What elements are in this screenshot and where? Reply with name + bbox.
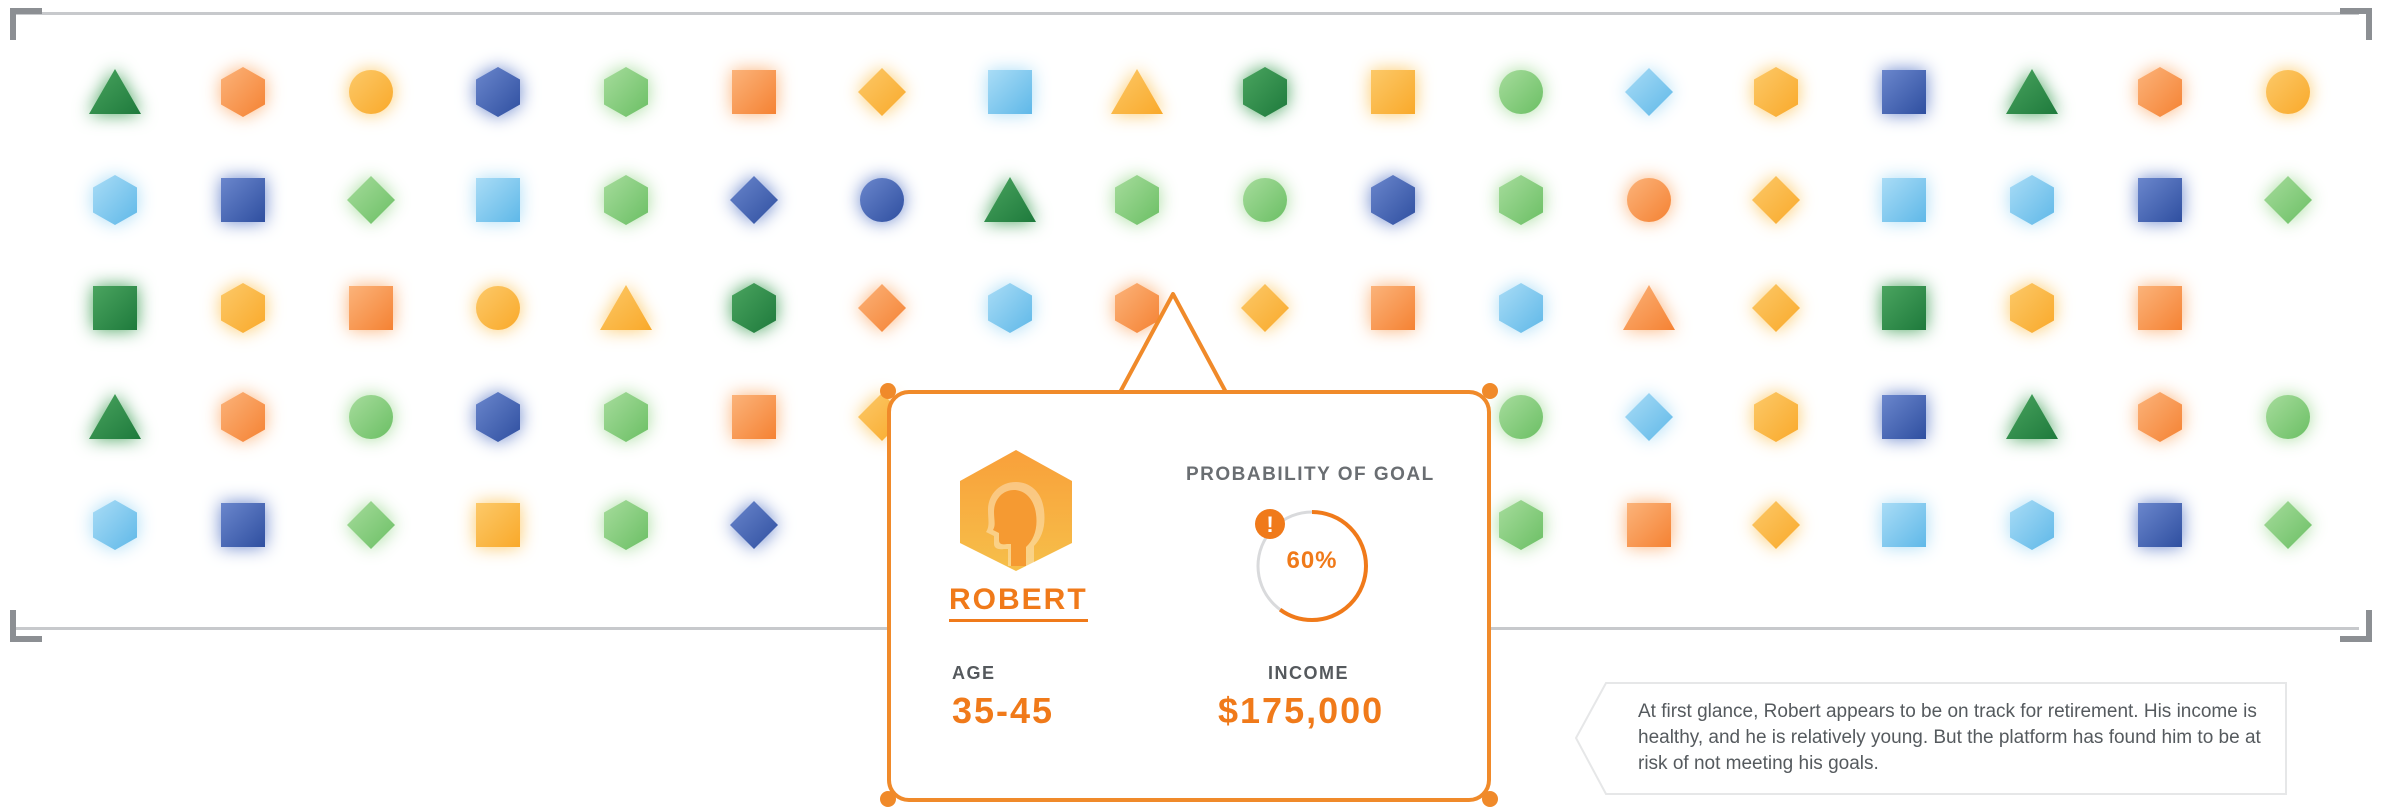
square-shape [1882, 395, 1927, 439]
square-shape [1371, 70, 1415, 114]
income-value: $175,000 [1218, 690, 1385, 731]
diamond-shape [1752, 176, 1801, 224]
circle-shape [2265, 395, 2310, 439]
hexagon-shape [604, 175, 649, 225]
square-shape [1371, 286, 1415, 330]
circle-shape [859, 178, 904, 222]
hexagon-shape [1115, 175, 1160, 225]
diamond-shape [857, 284, 906, 332]
circle-shape [1243, 178, 1288, 222]
age-label: AGE [952, 663, 996, 683]
square-shape [2137, 503, 2182, 547]
square-shape [1882, 70, 1927, 114]
hexagon-shape [1754, 392, 1799, 442]
triangle-shape [89, 394, 141, 439]
diamond-shape [730, 501, 778, 549]
triangle-shape [1622, 285, 1675, 330]
age-value: 35-45 [952, 690, 1055, 731]
card-corner-dot [880, 383, 896, 399]
hexagon-shape [1498, 500, 1543, 550]
client-name: ROBERT [949, 583, 1088, 622]
triangle-shape [983, 177, 1036, 222]
square-shape [732, 70, 776, 114]
hexagon-shape [2137, 392, 2182, 442]
hexagon-shape [1498, 175, 1543, 225]
square-shape [2137, 178, 2182, 222]
note-text: At first glance, Robert appears to be on… [1638, 701, 2261, 774]
square-shape [93, 286, 137, 330]
hexagon-shape [476, 392, 521, 442]
square-shape [1882, 503, 1927, 547]
circle-shape [1498, 395, 1543, 439]
hexagon-shape [732, 283, 776, 333]
hexagon-shape [2010, 175, 2054, 225]
circle-shape [1498, 70, 1543, 114]
card-pointer [1118, 292, 1228, 396]
hexagon-shape [1371, 175, 1415, 225]
diamond-shape [1624, 393, 1673, 441]
hexagon-shape [987, 283, 1032, 333]
card-corner-dot [1482, 791, 1498, 807]
circle-shape [348, 70, 393, 114]
square-shape [476, 178, 521, 222]
probability-value: 60% [1286, 547, 1338, 574]
exclamation-symbol: ! [1266, 512, 1273, 537]
hexagon-shape [220, 392, 265, 442]
circle-shape [476, 286, 521, 330]
diamond-shape [1752, 501, 1801, 549]
hexagon-shape [2010, 283, 2054, 333]
triangle-shape [1111, 69, 1164, 114]
square-shape [1626, 503, 1671, 547]
diamond-shape [1241, 284, 1290, 332]
diamond-shape [1624, 68, 1673, 116]
hexagon-shape [1243, 67, 1288, 117]
probability-label: PROBABILITY OF GOAL [1186, 464, 1435, 485]
hexagon-shape [1754, 67, 1799, 117]
diamond-shape [857, 68, 906, 116]
square-shape [348, 286, 393, 330]
hexagon-shape [476, 67, 521, 117]
diamond-shape [346, 176, 395, 224]
square-shape [2137, 286, 2182, 330]
card-corner-dot [1482, 383, 1498, 399]
square-shape [220, 178, 265, 222]
diamond-shape [346, 501, 395, 549]
circle-shape [348, 395, 393, 439]
card-corner-dot [880, 791, 896, 807]
hexagon-shape [604, 500, 649, 550]
circle-shape [2265, 70, 2310, 114]
circle-shape [1626, 178, 1671, 222]
hexagon-shape [93, 175, 137, 225]
diamond-shape [1752, 284, 1801, 332]
triangle-shape [2006, 394, 2058, 439]
hexagon-shape [2010, 500, 2054, 550]
hexagon-shape [604, 392, 649, 442]
hexagon-shape [1498, 283, 1543, 333]
explanation-note: At first glance, Robert appears to be on… [1572, 681, 2290, 796]
income-label: INCOME [1268, 663, 1349, 683]
hexagon-shape [93, 500, 137, 550]
hexagon-shape [2137, 67, 2182, 117]
hexagon-shape [604, 67, 649, 117]
square-shape [1882, 286, 1927, 330]
triangle-shape [2006, 69, 2058, 114]
person-head-hexagon-icon [960, 450, 1072, 571]
square-shape [220, 503, 265, 547]
square-shape [987, 70, 1032, 114]
diamond-shape [2263, 501, 2312, 549]
diamond-shape [2263, 176, 2312, 224]
square-shape [476, 503, 521, 547]
square-shape [1882, 178, 1927, 222]
hexagon-shape [220, 283, 265, 333]
hexagon-shape [220, 67, 265, 117]
square-shape [732, 395, 776, 439]
triangle-shape [600, 285, 653, 330]
diamond-shape [730, 176, 778, 224]
triangle-shape [89, 69, 141, 114]
